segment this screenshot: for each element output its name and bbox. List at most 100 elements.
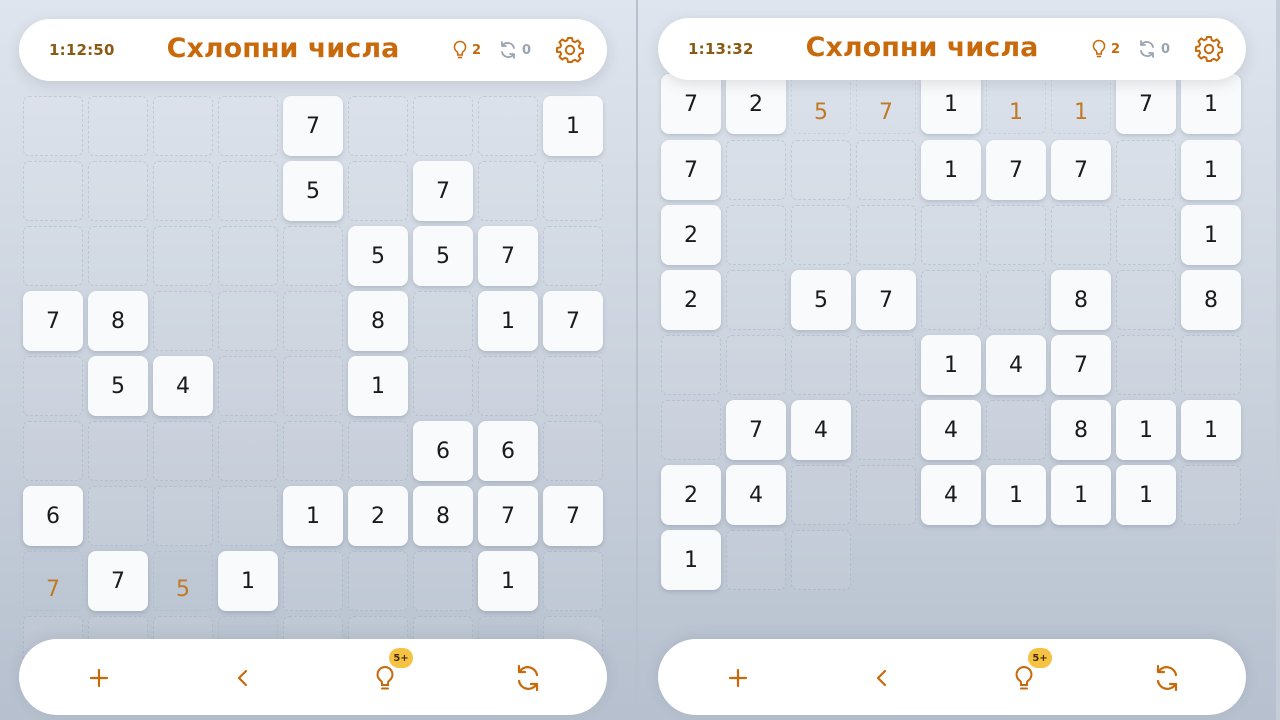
chevron-left-icon[interactable] [228, 663, 258, 693]
number-tile[interactable]: 8 [88, 291, 148, 351]
empty-cell [543, 421, 603, 481]
number-tile[interactable]: 4 [726, 465, 786, 525]
number-tile[interactable]: 2 [661, 465, 721, 525]
number-tile[interactable]: 4 [791, 400, 851, 460]
empty-cell [153, 486, 213, 546]
number-tile[interactable]: 7 [88, 551, 148, 611]
number-tile[interactable]: 1 [1116, 465, 1176, 525]
number-tile[interactable]: 2 [661, 205, 721, 265]
number-tile[interactable]: 1 [661, 530, 721, 590]
number-tile[interactable]: 7 [478, 226, 538, 286]
number-tile[interactable]: 7 [1051, 140, 1111, 200]
empty-cell [856, 465, 916, 525]
refresh-icon[interactable] [513, 663, 543, 693]
number-tile[interactable]: 7 [478, 486, 538, 546]
empty-cell [543, 356, 603, 416]
number-tile[interactable]: 2 [726, 74, 786, 134]
number-tile[interactable]: 5 [413, 226, 473, 286]
shuffles-count: 0 [1161, 41, 1171, 57]
number-tile[interactable]: 1 [283, 486, 343, 546]
number-tile[interactable]: 7 [413, 161, 473, 221]
refresh-icon [1140, 40, 1154, 58]
number-tile[interactable]: 1 [921, 140, 981, 200]
number-tile[interactable]: 4 [153, 356, 213, 416]
number-tile[interactable]: 7 [1116, 74, 1176, 134]
empty-cell [478, 161, 538, 221]
chevron-left-icon[interactable] [867, 663, 897, 693]
number-tile[interactable]: 1 [986, 465, 1046, 525]
empty-cell [413, 356, 473, 416]
number-tile[interactable]: 2 [661, 270, 721, 330]
hints-counter: 2 [452, 38, 481, 62]
number-tile[interactable]: 4 [921, 465, 981, 525]
plus-icon[interactable] [723, 663, 753, 693]
number-tile[interactable]: 7 [23, 291, 83, 351]
number-tile[interactable]: 4 [986, 335, 1046, 395]
number-tile[interactable]: 6 [413, 421, 473, 481]
empty-cell [218, 356, 278, 416]
top-bar: 1:12:50 Схлопни числа 2 0 [19, 19, 607, 81]
number-tile[interactable]: 1 [1051, 465, 1111, 525]
empty-cell [283, 226, 343, 286]
empty-cell [1181, 335, 1241, 395]
number-tile[interactable]: 5 [791, 270, 851, 330]
number-tile[interactable]: 7 [726, 400, 786, 460]
refresh-icon[interactable] [1152, 663, 1182, 693]
shuffles-counter: 0 [498, 38, 531, 62]
game-panel-left: 715755778817541666128777751177 1:12:50 С… [0, 0, 638, 720]
number-tile[interactable]: 7 [661, 74, 721, 134]
number-tile[interactable]: 1 [1181, 400, 1241, 460]
number-tile[interactable]: 8 [1051, 270, 1111, 330]
number-tile[interactable]: 6 [23, 486, 83, 546]
number-tile[interactable]: 1 [1181, 205, 1241, 265]
empty-cell [88, 486, 148, 546]
number-tile[interactable]: 5 [88, 356, 148, 416]
number-tile[interactable]: 1 [478, 551, 538, 611]
gear-icon[interactable] [1194, 34, 1224, 64]
number-tile[interactable]: 1 [921, 335, 981, 395]
number-tile[interactable]: 4 [921, 400, 981, 460]
number-tile[interactable]: 1 [1181, 140, 1241, 200]
number-tile[interactable]: 7 [661, 140, 721, 200]
number-tile[interactable]: 7 [856, 270, 916, 330]
empty-cell [1116, 205, 1176, 265]
number-tile[interactable]: 5 [348, 226, 408, 286]
empty-cell [661, 335, 721, 395]
number-tile[interactable]: 1 [921, 74, 981, 134]
number-tile[interactable]: 1 [1116, 400, 1176, 460]
number-tile[interactable]: 7 [543, 486, 603, 546]
number-tile[interactable]: 8 [348, 291, 408, 351]
number-tile[interactable]: 2 [348, 486, 408, 546]
number-tile[interactable]: 6 [478, 421, 538, 481]
empty-cell [153, 226, 213, 286]
cleared-number-cell: 5 [791, 74, 851, 134]
empty-cell [726, 140, 786, 200]
gear-icon[interactable] [555, 35, 585, 65]
number-tile[interactable]: 1 [478, 291, 538, 351]
bottom-toolbar: 5+ [19, 639, 607, 715]
number-tile[interactable]: 7 [283, 96, 343, 156]
plus-icon[interactable] [84, 663, 114, 693]
number-tile[interactable]: 8 [413, 486, 473, 546]
number-tile[interactable]: 1 [348, 356, 408, 416]
empty-cell [348, 96, 408, 156]
number-tile[interactable]: 7 [543, 291, 603, 351]
empty-cell [23, 356, 83, 416]
number-tile[interactable]: 7 [986, 140, 1046, 200]
empty-cell [986, 270, 1046, 330]
number-tile[interactable]: 1 [543, 96, 603, 156]
empty-cell [218, 486, 278, 546]
number-tile[interactable]: 1 [1181, 74, 1241, 134]
empty-cell [726, 530, 786, 590]
number-tile[interactable]: 8 [1181, 270, 1241, 330]
empty-cell [153, 291, 213, 351]
empty-cell [283, 421, 343, 481]
empty-cell [1116, 140, 1176, 200]
number-tile[interactable]: 8 [1051, 400, 1111, 460]
game-board: 715755778817541666128777751177 [0, 0, 638, 676]
number-tile[interactable]: 5 [283, 161, 343, 221]
bottom-toolbar: 5+ [658, 639, 1246, 715]
number-tile[interactable]: 1 [218, 551, 278, 611]
refresh-icon [501, 41, 515, 59]
number-tile[interactable]: 7 [1051, 335, 1111, 395]
